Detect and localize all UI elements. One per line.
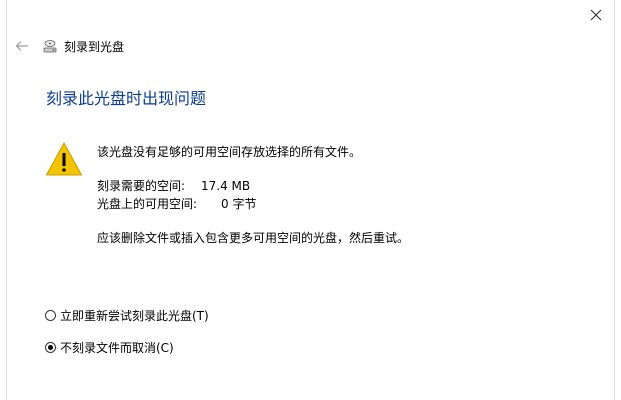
error-message: 该光盘没有足够的可用空间存放选择的所有文件。: [97, 145, 362, 159]
close-icon: [590, 9, 602, 21]
dialog-heading: 刻录此光盘时出现问题: [46, 89, 207, 108]
cancel-burn-option[interactable]: 不刻录文件而取消(C): [45, 339, 174, 355]
back-arrow-icon: [15, 41, 28, 51]
disc-drive-icon: [42, 38, 58, 54]
advice-message: 应该删除文件或插入包含更多可用空间的光盘，然后重试。: [97, 231, 410, 245]
window-title: 刻录到光盘: [64, 39, 125, 54]
retry-burn-label: 立即重新尝试刻录此光盘(T): [60, 308, 209, 323]
title-bar: 刻录到光盘: [42, 36, 124, 56]
back-button[interactable]: [12, 37, 32, 55]
warning-icon: [46, 142, 82, 176]
space-available-label: 光盘上的可用空间:: [97, 197, 198, 211]
window-right-border: [614, 0, 615, 400]
space-available-row: 光盘上的可用空间: 0 字节: [97, 195, 256, 212]
cancel-burn-radio[interactable]: [45, 341, 56, 353]
space-needed-value: 17.4 MB: [201, 179, 251, 193]
burn-disc-dialog: 刻录到光盘 刻录此光盘时出现问题 该光盘没有足够的可用空间存放选择的所有文件。 …: [0, 0, 621, 400]
space-needed-row: 刻录需要的空间: 17.4 MB: [97, 177, 250, 194]
retry-burn-radio[interactable]: [45, 309, 56, 321]
close-button[interactable]: [578, 0, 614, 30]
cancel-burn-label: 不刻录文件而取消(C): [60, 340, 174, 355]
window-left-border: [6, 0, 7, 400]
space-available-value: 0 字节: [221, 197, 257, 211]
space-needed-label: 刻录需要的空间:: [97, 179, 186, 193]
retry-burn-option[interactable]: 立即重新尝试刻录此光盘(T): [45, 307, 209, 323]
